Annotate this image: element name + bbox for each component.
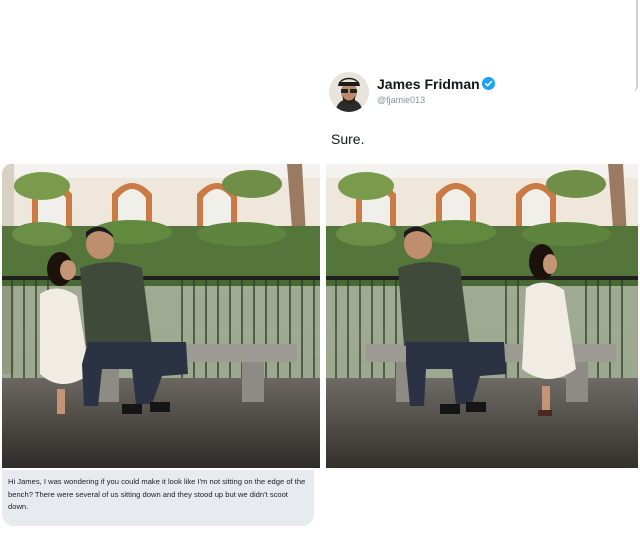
author-handle[interactable]: @fjamie013 — [377, 95, 425, 105]
avatar[interactable] — [329, 72, 369, 112]
tweet-header: James Fridman @fjamie013 — [329, 72, 589, 120]
author-name[interactable]: James Fridman — [377, 76, 480, 92]
original-photo[interactable] — [2, 164, 320, 468]
window-edge — [632, 0, 638, 92]
verified-badge-icon — [482, 77, 495, 90]
edited-photo[interactable] — [326, 164, 638, 468]
tweet-reply-text: Sure. — [331, 131, 365, 147]
message-text: Hi James, I was wondering if you could m… — [8, 477, 306, 511]
message-bubble: Hi James, I was wondering if you could m… — [2, 470, 314, 526]
